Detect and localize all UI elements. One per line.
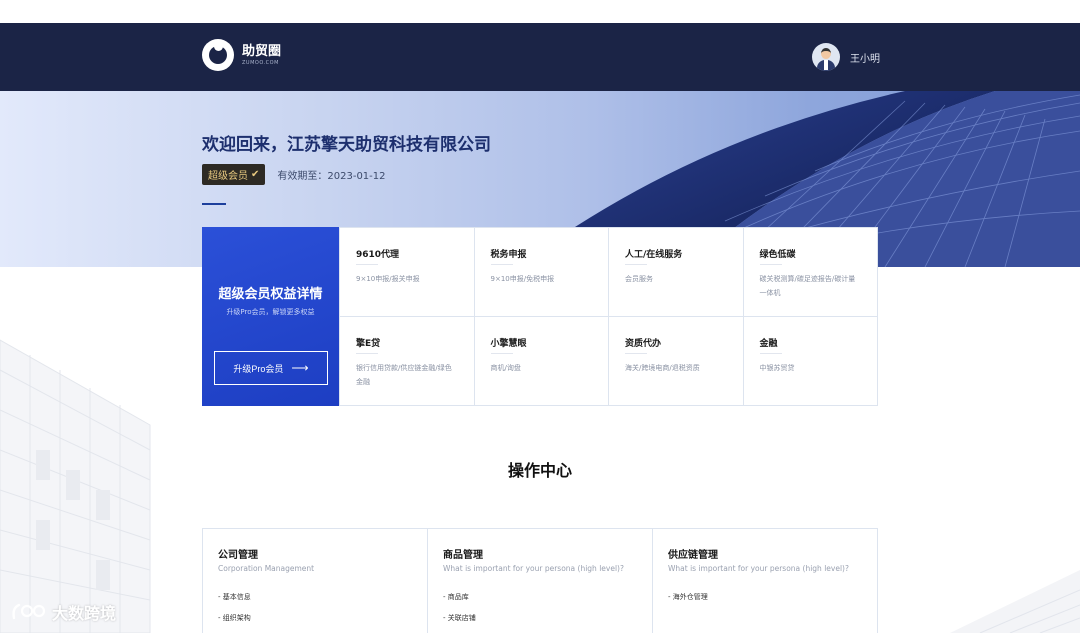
logo[interactable]: 助贸圈 ZUMOO.COM (202, 39, 281, 71)
benefit-item[interactable]: 擎E贷 银行信用贷款/供应链金融/绿色金融 (339, 316, 474, 405)
upgrade-pro-button[interactable]: 升级Pro会员 ⟶ (214, 351, 328, 385)
logo-name: 助贸圈 (242, 43, 282, 59)
ops-link-list: - 商品库 - 关联店铺 (443, 587, 637, 629)
benefit-item[interactable]: 税务申报 9×10申报/免税申报 (473, 228, 608, 317)
zumoo-logo-icon (202, 39, 234, 71)
ops-link[interactable]: - 基本信息 (218, 587, 412, 608)
hero-divider (202, 203, 226, 205)
benefits-promo-title: 超级会员权益详情 (218, 287, 323, 302)
username[interactable]: 王小明 (850, 50, 880, 65)
ops-link[interactable]: - 海外仓管理 (668, 587, 862, 608)
ops-link-list: - 海外仓管理 (668, 587, 862, 608)
benefit-item[interactable]: 小擎慧眼 商机/询盘 (473, 316, 609, 405)
benefit-title: 绿色低碳 (759, 250, 796, 260)
validity-date: 有效期至：2023-01-12 (277, 171, 386, 182)
benefit-title: 税务申报 (490, 250, 527, 260)
benefit-desc: 9×10申报/免税申报 (490, 275, 555, 283)
benefit-desc: 碳关税测算/碳足迹报告/碳计量一体机 (759, 275, 856, 297)
benefit-title: 资质代办 (625, 338, 662, 349)
arrow-right-icon: ⟶ (291, 361, 309, 375)
benefit-item[interactable]: 人工/在线服务 会员服务 (608, 228, 743, 317)
ops-column-company: 公司管理 Corporation Management - 基本信息 - 组织架… (203, 529, 428, 633)
benefit-desc: 9×10申报/报关申报 (356, 275, 420, 283)
benefit-desc: 海关/跨境电商/退税资质 (625, 363, 700, 372)
user-menu[interactable]: 王小明 (812, 43, 880, 71)
benefit-desc: 商机/询盘 (490, 363, 521, 372)
logo-subtitle: ZUMOO.COM (242, 59, 279, 66)
ops-link[interactable]: - 关联店铺 (443, 608, 637, 629)
benefit-item[interactable]: 绿色低碳 碳关税测算/碳足迹报告/碳计量一体机 (742, 228, 877, 317)
benefit-desc: 会员服务 (625, 275, 653, 283)
watermark: 大数跨境 (10, 600, 116, 624)
ops-column-subtitle: What is important for your persona (high… (443, 564, 624, 573)
benefit-title: 小擎慧眼 (490, 338, 527, 349)
membership-info: 超级会员 ✔ 有效期至：2023-01-12 (202, 164, 386, 185)
benefit-title: 9610代理 (356, 250, 400, 260)
benefit-title: 人工/在线服务 (625, 250, 683, 260)
ops-column-supply-chain: 供应链管理 What is important for your persona… (653, 529, 877, 633)
benefit-item[interactable]: 9610代理 9×10申报/报关申报 (339, 228, 474, 317)
ops-column-title: 供应链管理 (668, 550, 718, 561)
member-badge: 超级会员 ✔ (202, 164, 266, 185)
benefit-title: 擎E贷 (356, 338, 381, 349)
ops-link-list: - 基本信息 - 组织架构 (218, 587, 412, 629)
background-building-right (950, 570, 1080, 633)
ops-column-subtitle: Corporation Management (218, 564, 315, 573)
benefit-item[interactable]: 资质代办 海关/跨境电商/退税资质 (608, 316, 743, 405)
ops-column-title: 商品管理 (443, 550, 483, 561)
top-strip (0, 0, 1080, 23)
welcome-heading: 欢迎回来，江苏擎天助贸科技有限公司 (202, 135, 491, 155)
benefit-item[interactable]: 金融 中银苏贸贷 (742, 316, 878, 405)
benefits-promo-subtitle: 升级Pro会员，解锁更多权益 (226, 308, 315, 316)
ops-center-panel: 公司管理 Corporation Management - 基本信息 - 组织架… (202, 528, 878, 633)
check-icon: ✔ (251, 169, 260, 180)
ops-center-title: 操作中心 (507, 461, 572, 480)
benefit-title: 金融 (759, 338, 778, 349)
ops-column-subtitle: What is important for your persona (high… (668, 564, 849, 573)
benefits-promo: 超级会员权益详情 升级Pro会员，解锁更多权益 升级Pro会员 ⟶ (202, 227, 339, 406)
watermark-logo-icon (12, 603, 46, 620)
background-building-left (0, 339, 151, 633)
ops-column-products: 商品管理 What is important for your persona … (428, 529, 653, 633)
ops-link[interactable]: - 组织架构 (218, 608, 412, 629)
member-benefits-panel: 超级会员权益详情 升级Pro会员，解锁更多权益 升级Pro会员 ⟶ 9610代理… (202, 227, 878, 406)
benefit-desc: 银行信用贷款/供应链金融/绿色金融 (356, 363, 452, 386)
user-avatar-icon[interactable] (812, 43, 840, 71)
ops-column-title: 公司管理 (218, 550, 258, 561)
ops-link[interactable]: - 商品库 (443, 587, 637, 608)
top-navbar: 助贸圈 ZUMOO.COM 王小明 (0, 23, 1080, 91)
benefit-desc: 中银苏贸贷 (759, 363, 795, 372)
benefits-grid: 9610代理 9×10申报/报关申报 税务申报 9×10申报/免税申报 人工/在… (339, 228, 877, 405)
